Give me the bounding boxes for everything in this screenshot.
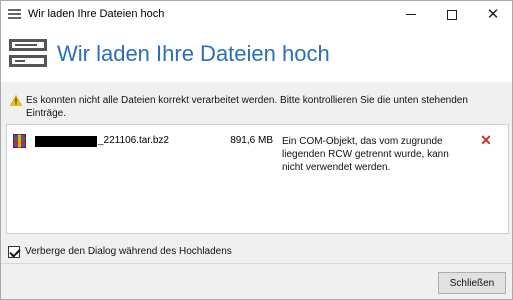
minimize-button[interactable]: [392, 1, 430, 28]
title-bar[interactable]: Wir laden Ihre Dateien hoch ✕: [1, 1, 512, 28]
list-item[interactable]: _221106.tar.bz2 891,6 MB Ein COM-Objekt,…: [7, 125, 508, 185]
maximize-icon: [447, 9, 457, 20]
warning-icon: [10, 95, 22, 106]
upload-progress-icon: [9, 39, 47, 69]
app-icon: [8, 9, 21, 20]
footer-divider: [1, 263, 512, 264]
warning-text: Es konnten nicht alle Dateien korrekt ve…: [26, 95, 468, 119]
close-icon: ✕: [486, 6, 500, 23]
minimize-icon: [406, 14, 416, 15]
close-window-button[interactable]: ✕: [474, 1, 512, 28]
error-message: Ein COM-Objekt, das vom zugrunde liegend…: [282, 136, 449, 173]
close-button[interactable]: Schließen: [438, 272, 506, 294]
upload-dialog-window: Wir laden Ihre Dateien hoch ✕ Wir laden …: [0, 0, 513, 300]
remove-file-icon[interactable]: ✕: [479, 133, 493, 147]
hide-dialog-checkbox[interactable]: [8, 246, 20, 258]
file-list[interactable]: _221106.tar.bz2 891,6 MB Ein COM-Objekt,…: [6, 124, 509, 234]
dialog-header: Wir laden Ihre Dateien hoch: [1, 28, 512, 82]
file-size: 891,6 MB: [230, 135, 273, 146]
file-name: _221106.tar.bz2: [98, 135, 169, 146]
window-title: Wir laden Ihre Dateien hoch: [28, 8, 165, 20]
dialog-heading: Wir laden Ihre Dateien hoch: [57, 41, 330, 66]
maximize-button[interactable]: [433, 1, 471, 28]
archive-file-icon: [13, 134, 26, 148]
hide-dialog-label[interactable]: Verberge den Dialog während des Hochlade…: [25, 246, 232, 257]
redacted-filename: [35, 136, 97, 147]
